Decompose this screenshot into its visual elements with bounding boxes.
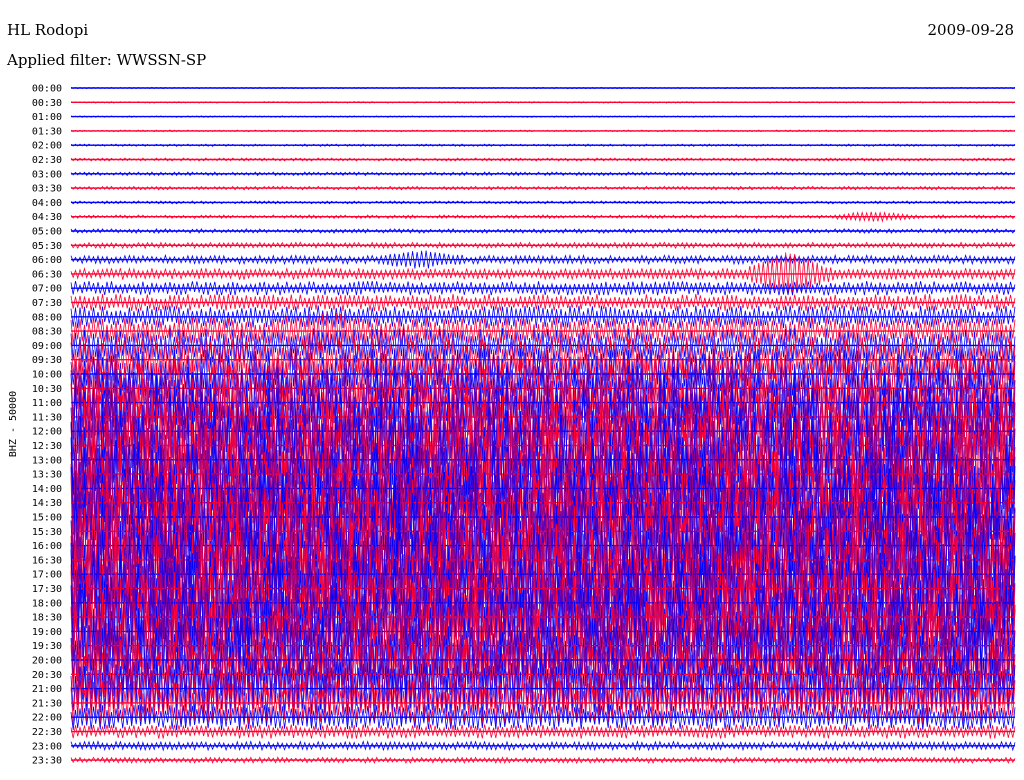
tick-label: 21:30: [32, 698, 62, 709]
tick-label: 14:00: [32, 484, 62, 495]
station-title: HL Rodopi: [7, 21, 89, 39]
tick-label: 11:00: [32, 398, 62, 409]
tick-label: 06:00: [32, 255, 62, 266]
tick-label: 20:30: [32, 670, 62, 681]
tick-label: 08:00: [32, 312, 62, 323]
tick-label: 02:30: [32, 155, 62, 166]
tick-label: 00:30: [32, 98, 62, 109]
filter-label: Applied filter: WWSSN-SP: [7, 51, 207, 69]
tick-label: 19:00: [32, 627, 62, 638]
tick-label: 15:30: [32, 527, 62, 538]
time-tick-labels: 00:00 00:30 01:00 01:30 02:00 02:30 03:00 03:30…: [32, 84, 62, 767]
tick-label: 23:00: [32, 741, 62, 752]
tick-label: 02:00: [32, 141, 62, 152]
tick-label: 17:00: [32, 570, 62, 581]
tick-label: 05:00: [32, 227, 62, 238]
tick-label: 03:00: [32, 169, 62, 180]
tick-label: 12:00: [32, 427, 62, 438]
trace-group: [70, 86, 1016, 764]
tick-label: 16:30: [32, 555, 62, 566]
tick-label: 01:00: [32, 112, 62, 123]
tick-label: 07:30: [32, 298, 62, 309]
tick-label: 22:00: [32, 713, 62, 724]
tick-label: 12:30: [32, 441, 62, 452]
tick-label: 13:30: [32, 470, 62, 481]
tick-label: 15:00: [32, 513, 62, 524]
tick-label: 03:30: [32, 184, 62, 195]
tick-label: 10:00: [32, 370, 62, 381]
tick-label: 20:00: [32, 656, 62, 667]
tick-label: 16:00: [32, 541, 62, 552]
tick-label: 06:30: [32, 269, 62, 280]
tick-label: 13:00: [32, 455, 62, 466]
tick-label: 10:30: [32, 384, 62, 395]
tick-label: 09:00: [32, 341, 62, 352]
tick-label: 23:30: [32, 756, 62, 767]
tick-label: 11:30: [32, 412, 62, 423]
tick-label: 05:30: [32, 241, 62, 252]
date-label: 2009-09-28: [927, 21, 1014, 39]
tick-label: 19:30: [32, 641, 62, 652]
tick-label: 04:00: [32, 198, 62, 209]
tick-label: 08:30: [32, 327, 62, 338]
tick-label: 21:00: [32, 684, 62, 695]
tick-label: 18:30: [32, 613, 62, 624]
tick-label: 17:30: [32, 584, 62, 595]
tick-label: 22:30: [32, 727, 62, 738]
tick-label: 09:30: [32, 355, 62, 366]
tick-label: 01:30: [32, 126, 62, 137]
helicorder-plot: 00:00 00:30 01:00 01:30 02:00 02:30 03:00 03:30…: [8, 84, 1016, 767]
tick-label: 00:00: [32, 84, 62, 95]
tick-label: 07:00: [32, 284, 62, 295]
y-axis-label: BHZ - 50000: [8, 391, 19, 457]
tick-label: 18:00: [32, 598, 62, 609]
tick-label: 14:30: [32, 498, 62, 509]
tick-label: 04:30: [32, 212, 62, 223]
